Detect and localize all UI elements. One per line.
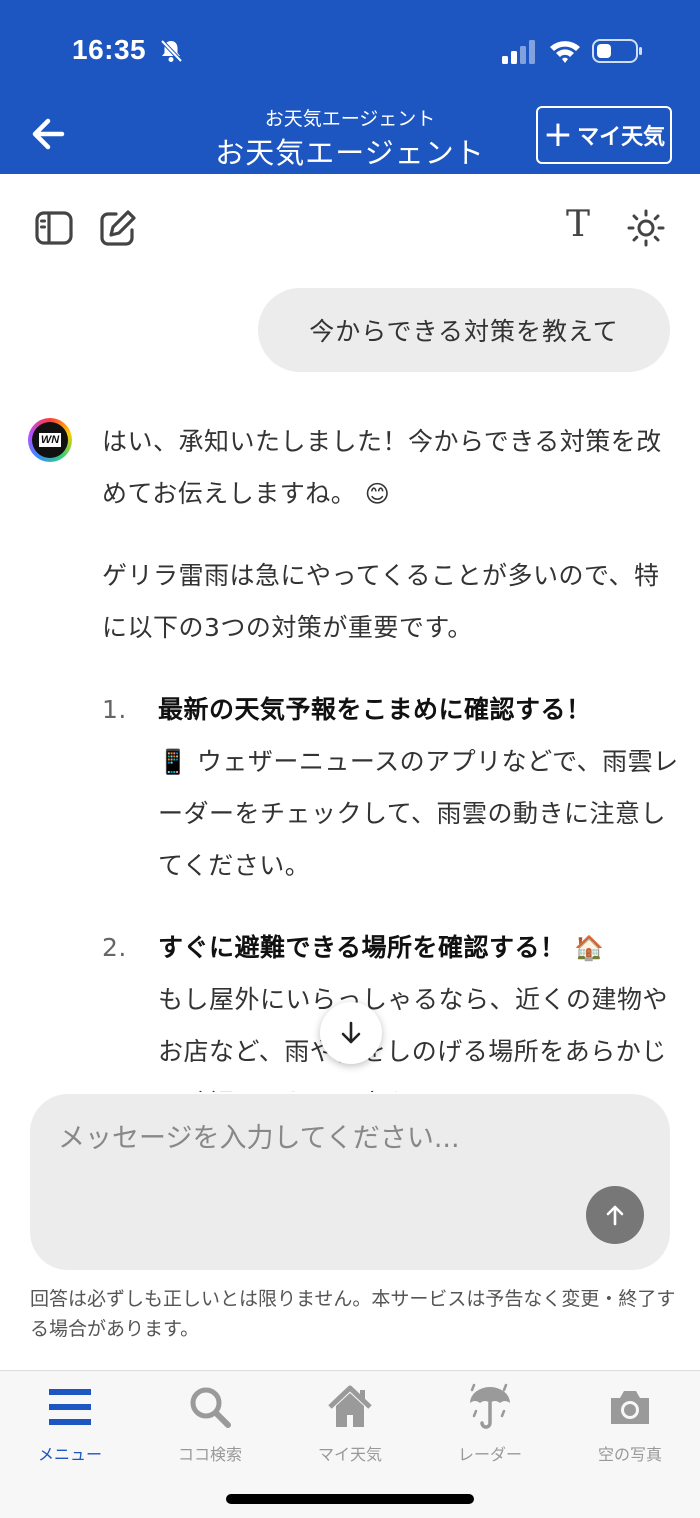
list-item: 2. すぐに避難できる場所を確認する！ 🏠 もし屋外にいらっしゃるなら、近くの建… <box>102 922 682 1092</box>
nav-label: マイ天気 <box>317 1445 382 1464</box>
cellular-signal-icon <box>502 40 535 64</box>
menu-icon <box>49 1389 91 1425</box>
arrow-down-icon <box>341 1021 361 1044</box>
assistant-reply: はい、承知いたしました！今からできる対策を改めてお伝えしますね。 😊 ゲリラ雷雨… <box>102 416 682 1092</box>
list-number: 2. <box>102 933 127 962</box>
sidebar-toggle-icon[interactable] <box>34 208 74 248</box>
status-time: 16:35 <box>72 34 147 65</box>
home-icon <box>328 1385 372 1427</box>
umbrella-icon <box>470 1383 510 1429</box>
app-header: 16:35 お天気エージェント お天気エージェント + マイ天気 <box>0 0 700 174</box>
reply-intro: はい、承知いたしました！今からできる対策を改めてお伝えしますね。 😊 <box>102 416 682 520</box>
arrow-up-icon <box>606 1205 624 1226</box>
new-chat-edit-icon[interactable] <box>98 208 138 248</box>
add-my-weather-label: マイ天気 <box>577 125 666 150</box>
nav-search[interactable]: ココ検索 <box>140 1381 280 1465</box>
search-icon <box>190 1387 231 1428</box>
list-item-body: もし屋外にいらっしゃるなら、近くの建物やお店など、雨や雷をしのげる場所をあらかじ… <box>158 985 669 1092</box>
font-size-icon[interactable]: T <box>566 204 590 245</box>
send-button[interactable] <box>586 1186 644 1244</box>
list-item-title: 最新の天気予報をこまめに確認する！ <box>158 695 592 724</box>
nav-menu[interactable]: メニュー <box>0 1381 140 1465</box>
list-number: 1. <box>102 695 127 724</box>
plus-icon: + <box>542 114 574 155</box>
message-composer <box>30 1094 670 1270</box>
add-my-weather-button[interactable]: + マイ天気 <box>536 106 672 164</box>
reply-paragraph: ゲリラ雷雨は急にやってくることが多いので、特に以下の3つの対策が重要です。 <box>102 561 660 642</box>
chat-scroll-area[interactable]: はい、承知いたしました！今からできる対策を改めてお伝えしますね。 😊 ゲリラ雷雨… <box>0 400 700 1092</box>
disclaimer-text: 回答は必ずしも正しいとは限りません。本サービスは予告なく変更・終了する場合があり… <box>30 1288 676 1340</box>
smile-emoji-icon: 😊 <box>364 480 391 508</box>
battery-icon <box>592 39 642 63</box>
house-emoji-icon: 🏠 <box>573 934 605 962</box>
nav-label: ココ検索 <box>177 1445 242 1464</box>
wifi-icon <box>550 41 580 63</box>
nav-label: レーダー <box>457 1445 522 1464</box>
phone-emoji-icon: 📱 <box>158 748 189 776</box>
nav-radar[interactable]: レーダー <box>420 1381 560 1465</box>
nav-label: メニュー <box>37 1445 102 1464</box>
list-item-body: ウェザーニュースのアプリなどで、雨雲レーダーをチェックして、雨雲の動きに注意して… <box>158 747 679 880</box>
list-item: 1. 最新の天気予報をこまめに確認する！ 📱 ウェザーニュースのアプリなどで、雨… <box>102 684 682 892</box>
reply-list: 1. 最新の天気予報をこまめに確認する！ 📱 ウェザーニュースのアプリなどで、雨… <box>102 684 682 1092</box>
user-message-bubble: 今からできる対策を教えて <box>258 288 670 372</box>
camera-icon <box>611 1391 649 1424</box>
home-indicator <box>226 1494 474 1504</box>
scroll-to-bottom-button[interactable] <box>320 1002 382 1064</box>
message-input[interactable] <box>58 1116 618 1176</box>
brightness-icon[interactable] <box>626 208 666 248</box>
nav-my-weather[interactable]: マイ天気 <box>280 1381 420 1465</box>
nav-label: 空の写真 <box>597 1445 662 1464</box>
chat-toolbar: T <box>0 174 700 284</box>
status-bar: 16:35 <box>0 30 700 74</box>
list-item-title: すぐに避難できる場所を確認する！ <box>158 933 566 962</box>
nav-sky-photo[interactable]: 空の写真 <box>560 1381 700 1465</box>
bell-muted-icon <box>160 39 183 63</box>
